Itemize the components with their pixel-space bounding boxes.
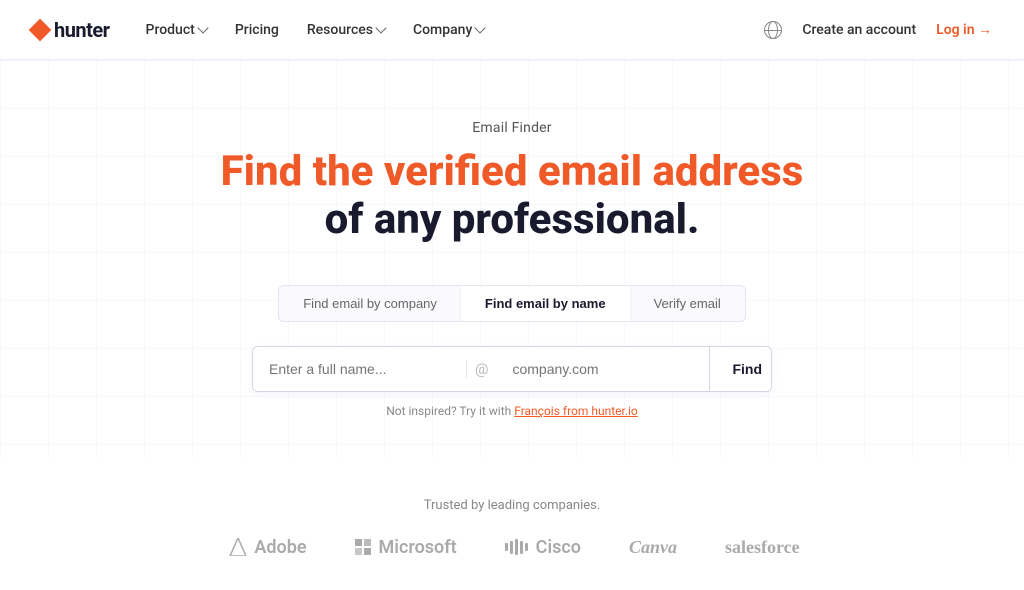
tab-find-by-company[interactable]: Find email by company bbox=[279, 286, 461, 321]
tab-verify-email[interactable]: Verify email bbox=[630, 286, 745, 321]
hint-link[interactable]: François from hunter.io bbox=[514, 404, 638, 418]
canva-logo: Canva bbox=[629, 537, 677, 558]
login-button[interactable]: Log in → bbox=[936, 21, 992, 38]
domain-input[interactable] bbox=[496, 347, 709, 391]
canva-label: Canva bbox=[629, 537, 677, 558]
logo-text: hunter bbox=[54, 18, 110, 42]
navbar: hunter Product Pricing Resources Company… bbox=[0, 0, 1024, 60]
hero-title-line2: of any professional. bbox=[221, 196, 804, 244]
adobe-icon bbox=[224, 538, 246, 556]
cisco-logo: Cisco bbox=[505, 537, 581, 558]
hint-prefix: Not inspired? Try it with bbox=[386, 404, 514, 418]
salesforce-logo: salesforce bbox=[725, 537, 800, 558]
page-wrapper: hunter Product Pricing Resources Company… bbox=[0, 0, 1024, 590]
nav-item-pricing[interactable]: Pricing bbox=[235, 22, 279, 38]
salesforce-label: salesforce bbox=[725, 537, 800, 558]
tab-find-by-name[interactable]: Find email by name bbox=[461, 286, 630, 321]
hero-title: Find the verified email address of any p… bbox=[221, 148, 804, 245]
hero-title-line1: Find the verified email address bbox=[221, 148, 804, 196]
globe-icon[interactable] bbox=[764, 21, 782, 39]
hero-subtitle: Email Finder bbox=[472, 120, 551, 136]
search-tabs: Find email by company Find email by name… bbox=[278, 285, 746, 322]
microsoft-logo: Microsoft bbox=[355, 537, 457, 558]
hero-section: Email Finder Find the verified email add… bbox=[0, 60, 1024, 458]
trusted-section: Trusted by leading companies. Adobe Mic bbox=[0, 458, 1024, 590]
microsoft-label: Microsoft bbox=[379, 537, 457, 558]
nav-links: Product Pricing Resources Company bbox=[146, 22, 765, 38]
cisco-label: Cisco bbox=[536, 537, 581, 558]
hint-text: Not inspired? Try it with François from … bbox=[386, 404, 638, 418]
adobe-logo: Adobe bbox=[224, 537, 306, 558]
adobe-label: Adobe bbox=[254, 537, 306, 558]
create-account-link[interactable]: Create an account bbox=[802, 22, 916, 38]
nav-item-resources[interactable]: Resources bbox=[307, 22, 385, 38]
name-input[interactable] bbox=[253, 347, 466, 391]
nav-item-product[interactable]: Product bbox=[146, 22, 207, 38]
nav-item-company[interactable]: Company bbox=[413, 22, 484, 38]
company-logos: Adobe Microsoft bbox=[32, 537, 992, 558]
trusted-label: Trusted by leading companies. bbox=[32, 498, 992, 513]
cisco-icon bbox=[505, 539, 528, 555]
search-form: @ Find bbox=[252, 346, 772, 392]
chevron-down-icon bbox=[197, 22, 208, 33]
chevron-down-icon bbox=[475, 22, 486, 33]
chevron-down-icon bbox=[375, 22, 386, 33]
logo-icon bbox=[29, 18, 52, 41]
logo[interactable]: hunter bbox=[32, 18, 110, 42]
find-button[interactable]: Find bbox=[709, 347, 772, 391]
nav-right: Create an account Log in → bbox=[764, 21, 992, 39]
at-symbol: @ bbox=[466, 360, 496, 378]
microsoft-icon bbox=[355, 539, 371, 555]
